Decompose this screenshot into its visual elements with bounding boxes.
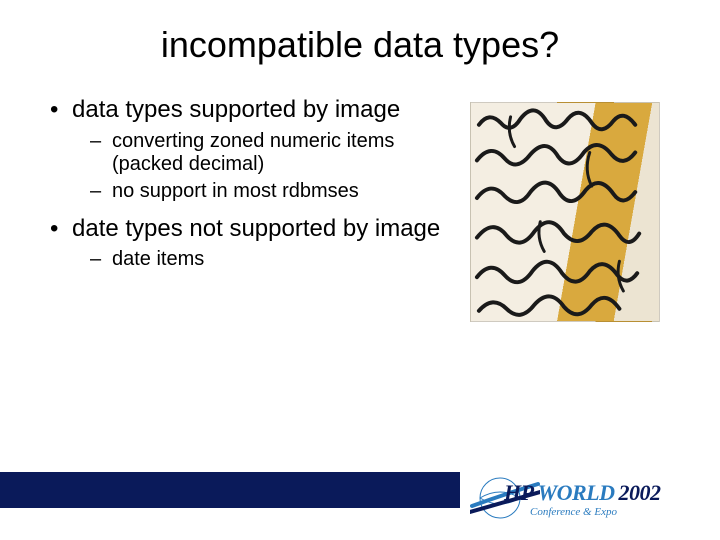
content-area: data types supported by image converting…: [0, 76, 720, 322]
event-logo: HP WORLD 2002 Conference & Expo: [470, 470, 690, 528]
spacer: [50, 207, 450, 215]
bullet-level1: data types supported by image: [50, 96, 450, 124]
logo-world: WORLD: [538, 480, 615, 506]
logo-hp: HP: [504, 480, 534, 506]
slide-title: incompatible data types?: [0, 0, 720, 76]
logo-text: HP WORLD 2002: [504, 480, 661, 506]
footer-bar: [0, 472, 460, 508]
bullet-level2: converting zoned numeric items (packed d…: [50, 130, 450, 176]
logo-year: 2002: [619, 480, 661, 506]
slide: incompatible data types? data types supp…: [0, 0, 720, 540]
bullet-level2: no support in most rdbmses: [50, 180, 450, 203]
bullet-level2: date items: [50, 248, 450, 271]
graffiti-image: [470, 102, 660, 322]
bullet-level1: date types not supported by image: [50, 215, 450, 243]
image-column: [460, 96, 670, 322]
logo-tagline: Conference & Expo: [530, 506, 617, 518]
text-column: data types supported by image converting…: [50, 96, 460, 322]
